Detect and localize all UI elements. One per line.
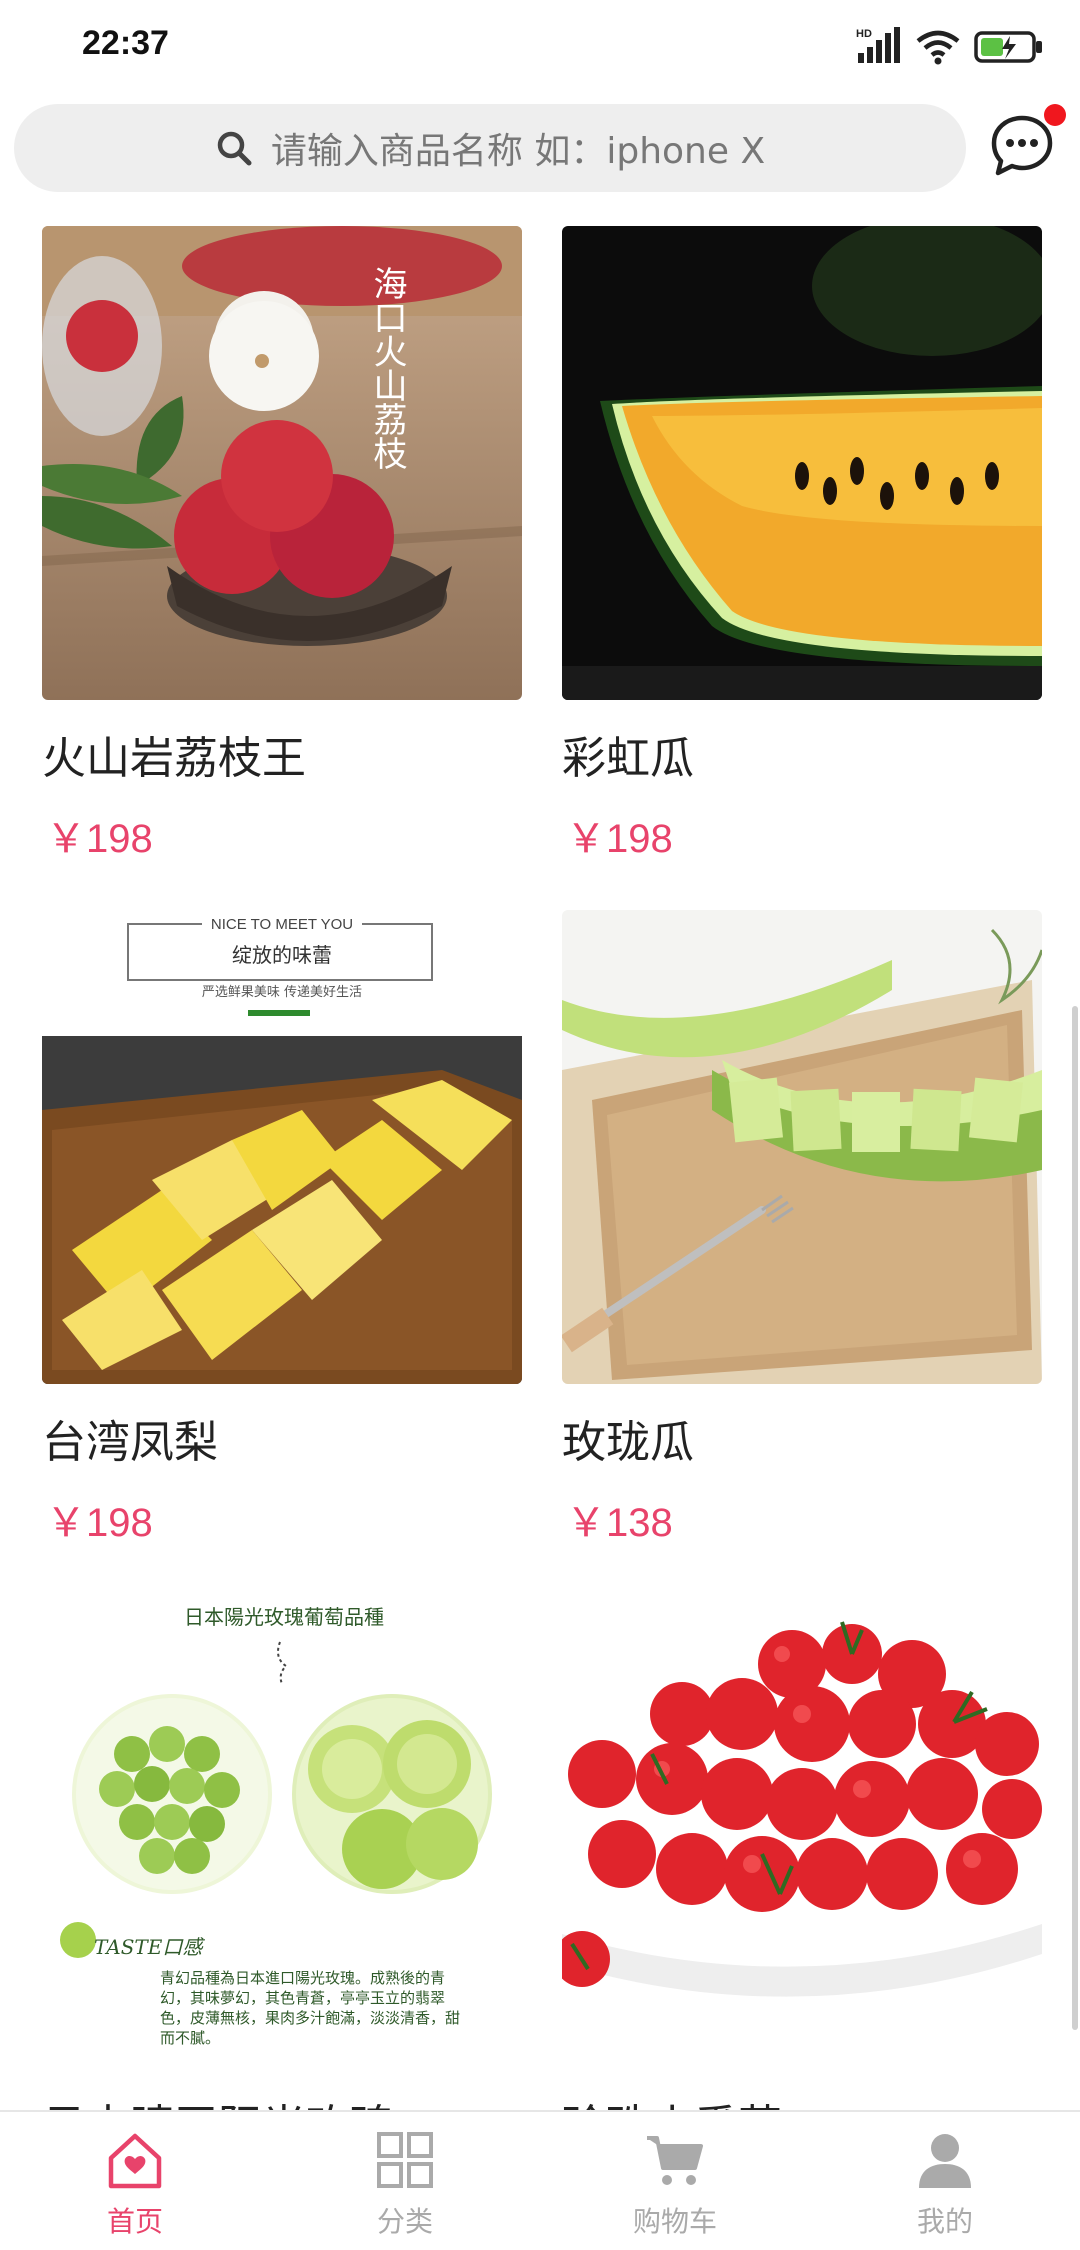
nav-label: 分类 — [376, 2205, 433, 2238]
nav-item-cart[interactable]: 购物车 — [540, 2112, 810, 2250]
product-price: ￥198 — [46, 1501, 153, 1545]
lychee-caption-1: 海口火山荔枝 — [367, 266, 407, 470]
cart-icon — [647, 2136, 703, 2185]
nav-label: 我的 — [916, 2205, 973, 2238]
product-price: ￥198 — [566, 817, 673, 861]
grape-banner-text: 日本陽光玫瑰葡萄品種 — [184, 1605, 384, 1629]
home-icon — [108, 2133, 162, 2189]
product-price: ￥138 — [566, 1501, 673, 1545]
profile-icon — [919, 2134, 971, 2188]
search-placeholder: 请输入商品名称 如：iphone X — [270, 131, 766, 172]
scrollbar[interactable] — [1072, 1006, 1078, 2030]
watermelon-image[interactable] — [562, 226, 1042, 700]
status-bar: 22:37 HD — [0, 0, 1080, 96]
nav-item-profile[interactable]: 我的 — [810, 2112, 1080, 2250]
grape-image[interactable]: 日本陽光玫瑰葡萄品種 TASTE口感 青幻品種為日本進口陽光玫瑰。成熟後的青幻，… — [42, 1594, 522, 2068]
status-icons: HD — [856, 26, 1044, 68]
product-name: 彩虹瓜 — [562, 733, 694, 784]
category-grid-icon — [377, 2132, 433, 2188]
product-name: 玫珑瓜 — [562, 1417, 694, 1468]
search-icon — [217, 131, 252, 166]
nav-item-category[interactable]: 分类 — [270, 2112, 540, 2250]
product-card[interactable]: 玫珑瓜 ￥138 — [562, 910, 1042, 1545]
product-card[interactable]: 彩虹瓜 ￥198 — [562, 226, 1042, 861]
product-card[interactable]: NICE TO MEET YOU 绽放的味蕾 严选鲜果美味 传递美好生活 台湾凤… — [42, 910, 522, 1545]
notification-dot — [1044, 104, 1066, 126]
tomato-image[interactable] — [562, 1594, 1042, 2068]
pineapple-image[interactable]: NICE TO MEET YOU 绽放的味蕾 严选鲜果美味 传递美好生活 — [42, 910, 522, 1384]
nav-label: 购物车 — [632, 2205, 717, 2238]
product-name: 台湾凤梨 — [42, 1417, 218, 1468]
signal-icon: HD — [856, 27, 900, 63]
banner-sub-text: 严选鲜果美味 传递美好生活 — [202, 985, 362, 1000]
nav-label: 首页 — [106, 2205, 163, 2238]
nav-item-home[interactable]: 首页 — [0, 2112, 270, 2250]
bottom-nav: 首页 分类 购物车 我的 — [0, 2110, 1080, 2250]
lychee-image[interactable]: 海口火山荔枝 — [42, 226, 522, 700]
melon-image[interactable] — [562, 910, 1042, 1384]
product-name: 火山岩荔枝王 — [42, 733, 306, 784]
battery-icon — [974, 31, 1042, 63]
banner-title-text: 绽放的味蕾 — [232, 943, 332, 967]
taste-label: TASTE口感 — [94, 1935, 205, 1959]
product-card[interactable]: 海口火山荔枝 火山岩荔枝王 ￥198 — [42, 226, 522, 861]
product-price: ￥198 — [46, 817, 153, 861]
product-card[interactable]: 珍珠小番茄 — [562, 1594, 1042, 2152]
banner-top-text: NICE TO MEET YOU — [211, 916, 353, 933]
product-card[interactable]: 日本陽光玫瑰葡萄品種 TASTE口感 青幻品種為日本進口陽光玫瑰。成熟後的青幻，… — [42, 1594, 522, 2152]
wifi-icon — [916, 30, 960, 65]
grape-description: 青幻品種為日本進口陽光玫瑰。成熟後的青幻，其味夢幻，其色青蒼，亭亭玉立的翡翠色，… — [160, 1969, 460, 2047]
network-label: HD — [856, 28, 872, 40]
search-bar[interactable]: 请输入商品名称 如：iphone X — [14, 104, 966, 192]
status-time: 22:37 — [82, 24, 169, 62]
